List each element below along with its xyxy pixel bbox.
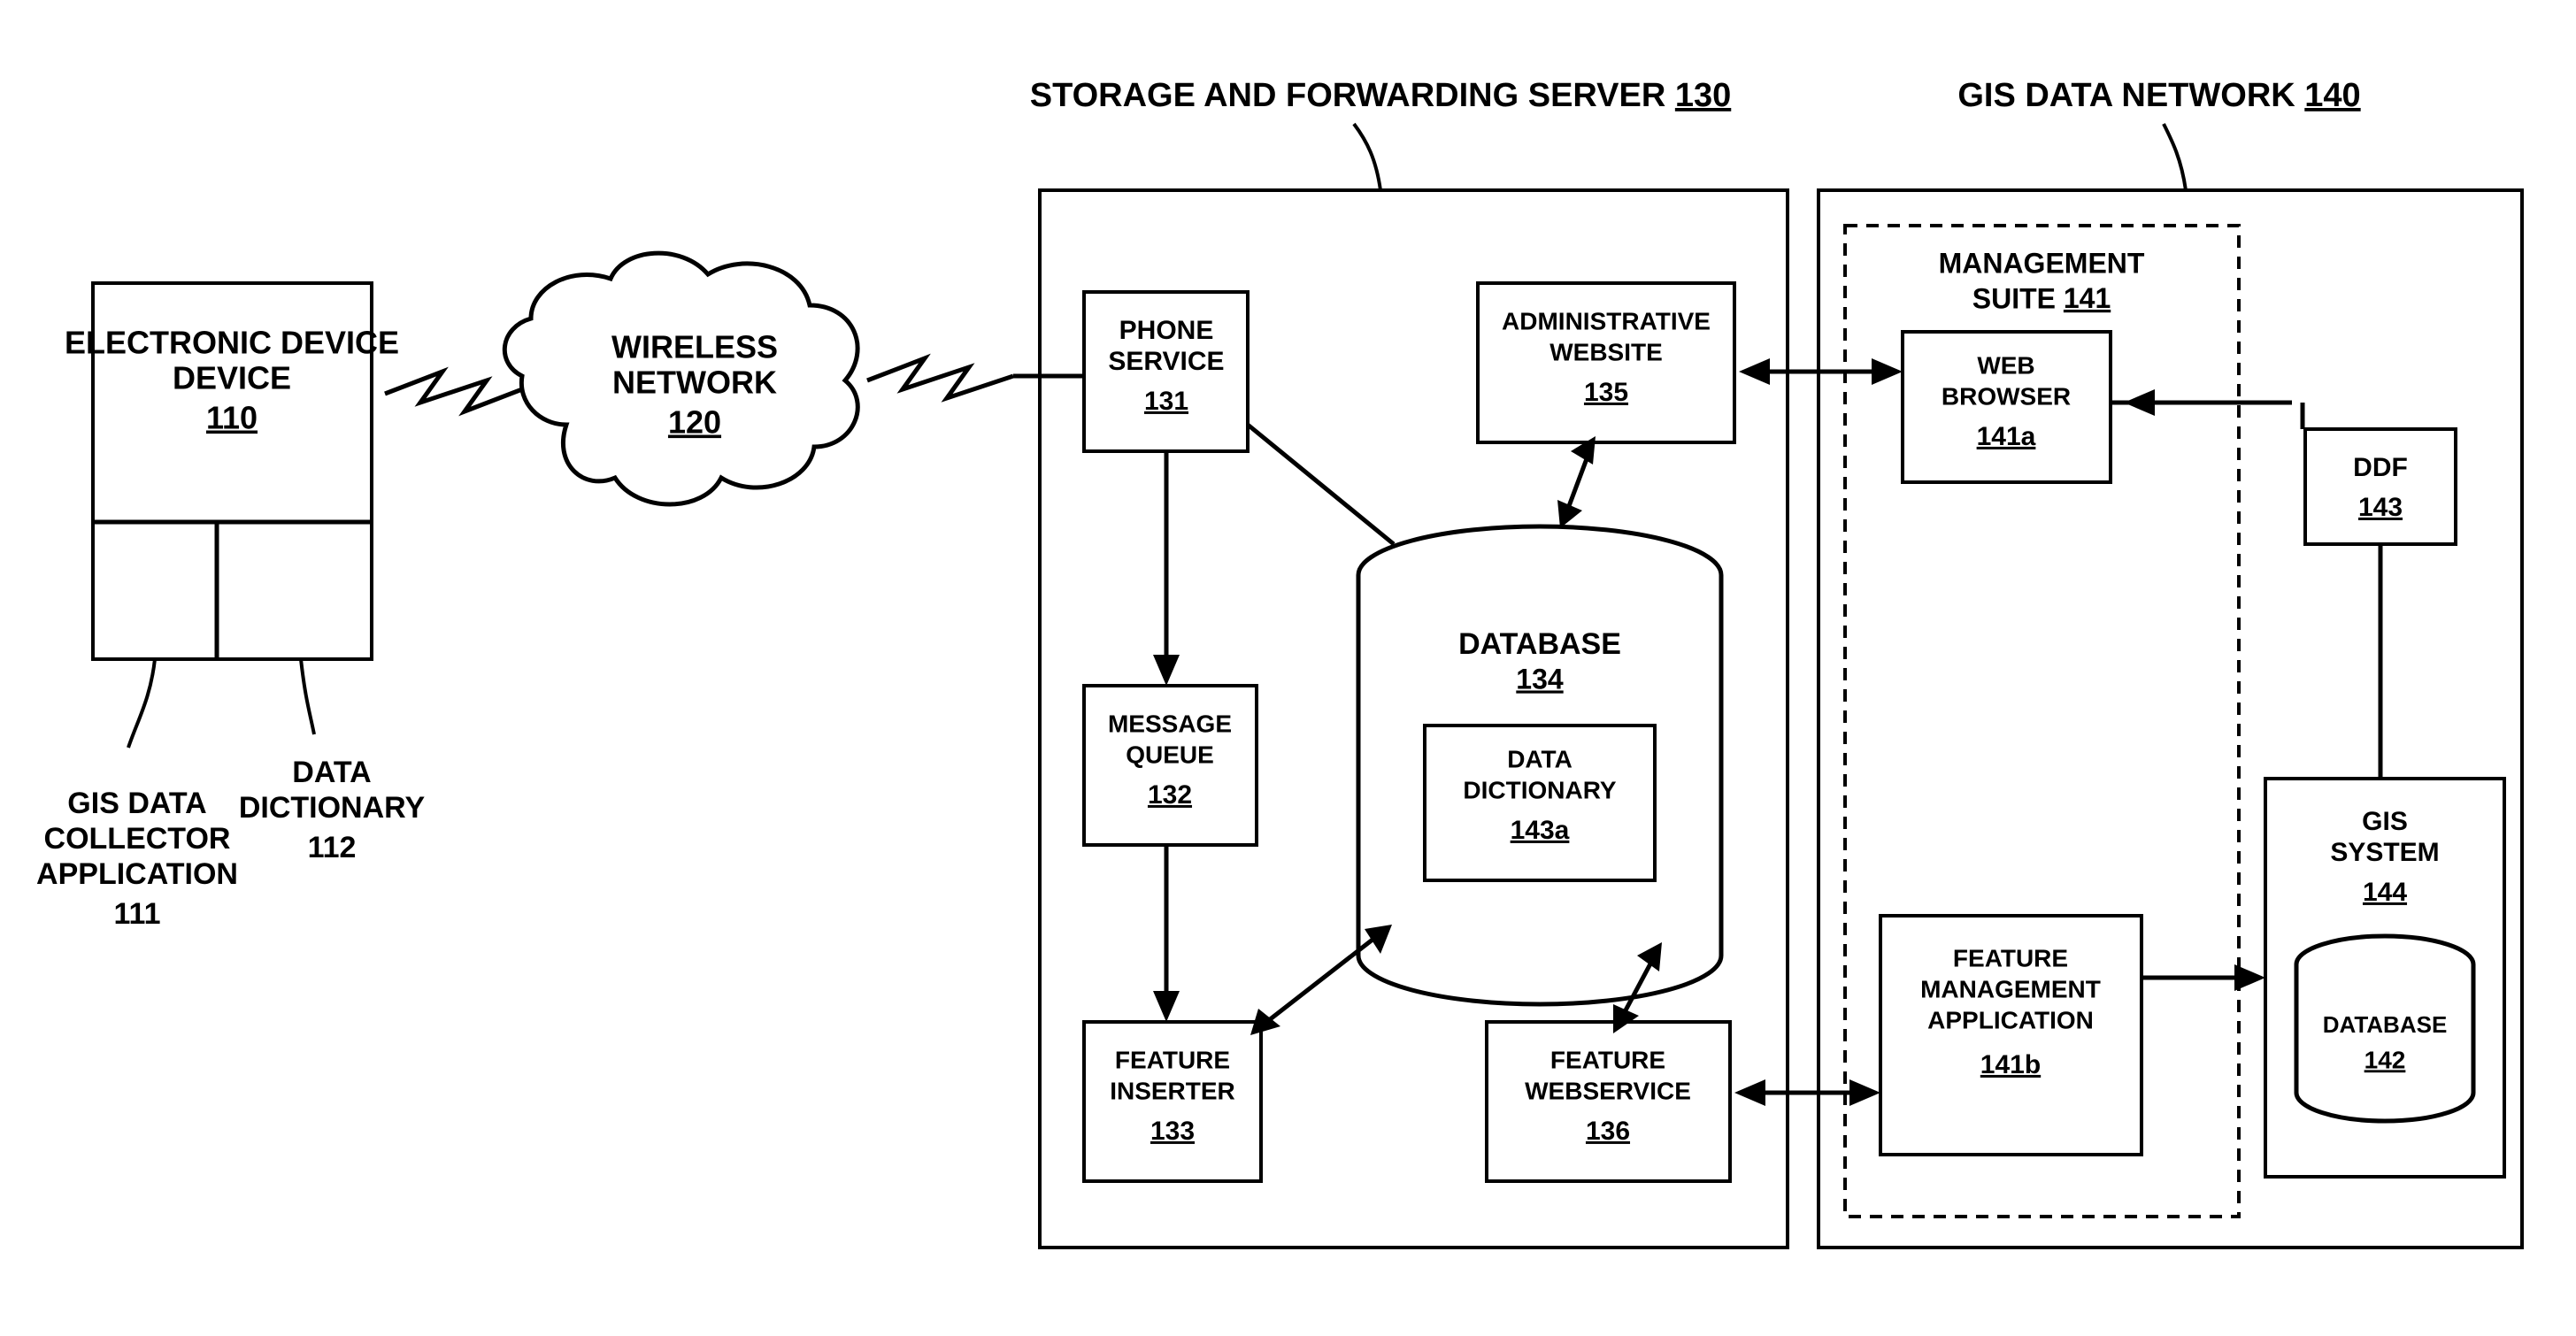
lightning-right — [867, 358, 1013, 398]
svg-text:142: 142 — [2365, 1046, 2406, 1073]
feature-inserter: FEATURE INSERTER 133 — [1084, 1022, 1261, 1181]
gisnet-title: GIS DATA NETWORK 140 — [1957, 77, 2360, 114]
lightning-left — [385, 372, 522, 411]
svg-text:FEATURE: FEATURE — [1550, 1046, 1665, 1073]
svg-text:DATABASE: DATABASE — [2323, 1011, 2448, 1038]
server-title: STORAGE AND FORWARDING SERVER 130 — [1030, 77, 1732, 114]
svg-text:FEATURE: FEATURE — [1953, 944, 2068, 971]
svg-text:INSERTER: INSERTER — [1110, 1077, 1235, 1104]
gis-data-network: GIS DATA NETWORK 140 MANAGEMENT SUITE 14… — [1819, 77, 2522, 1248]
svg-text:WEBSERVICE: WEBSERVICE — [1525, 1077, 1691, 1104]
svg-text:SYSTEM: SYSTEM — [2330, 838, 2439, 867]
svg-text:QUEUE: QUEUE — [1126, 741, 1214, 768]
svg-text:WEBSITE: WEBSITE — [1549, 338, 1663, 365]
wireless-ref: 120 — [668, 404, 721, 441]
svg-text:APPLICATION: APPLICATION — [1927, 1006, 2094, 1033]
message-queue: MESSAGE QUEUE 132 — [1084, 686, 1257, 845]
electronic-device-title2: DEVICE — [173, 360, 291, 396]
app-ref: 111 — [114, 897, 161, 931]
svg-text:141b: 141b — [1980, 1050, 2041, 1079]
app-title-l2: COLLECTOR — [44, 822, 231, 856]
svg-text:136: 136 — [1586, 1117, 1630, 1146]
svg-text:SUITE 141: SUITE 141 — [1972, 282, 2111, 314]
svg-text:GIS: GIS — [2362, 807, 2408, 836]
svg-text:DDF: DDF — [2353, 453, 2408, 482]
dict-title-l1: DATA — [292, 756, 371, 789]
svg-text:ADMINISTRATIVE: ADMINISTRATIVE — [1502, 307, 1711, 334]
svg-text:WEB: WEB — [1977, 351, 2034, 379]
storage-server: STORAGE AND FORWARDING SERVER 130 PHONE … — [1013, 77, 1788, 1248]
svg-text:DICTIONARY: DICTIONARY — [1463, 776, 1617, 803]
app-title-l1: GIS DATA — [67, 787, 206, 820]
svg-text:135: 135 — [1584, 378, 1628, 407]
svg-text:DATABASE: DATABASE — [1458, 627, 1621, 661]
phone-service: PHONE SERVICE 131 — [1084, 292, 1248, 451]
ddf: DDF 143 — [2305, 429, 2456, 544]
svg-text:PHONE: PHONE — [1119, 316, 1214, 345]
database-134: DATABASE 134 DATA DICTIONARY 143a — [1358, 526, 1721, 1004]
svg-text:143: 143 — [2358, 493, 2403, 522]
svg-text:DATA: DATA — [1507, 745, 1573, 772]
svg-text:143a: 143a — [1511, 816, 1570, 845]
svg-text:FEATURE: FEATURE — [1115, 1046, 1230, 1073]
electronic-device: ELECTRONIC DEVICE DEVICE 110 — [65, 283, 399, 659]
wireless-network-cloud: WIRELESS NETWORK 120 — [504, 253, 857, 504]
gis-system: GIS SYSTEM 144 DATABASE 142 — [2265, 779, 2504, 1177]
electronic-device-title: ELECTRONIC DEVICE — [65, 325, 399, 361]
dict-ref: 112 — [308, 831, 357, 864]
svg-text:133: 133 — [1150, 1117, 1195, 1146]
svg-text:144: 144 — [2363, 878, 2407, 907]
electronic-device-ref: 110 — [206, 400, 258, 436]
svg-text:SERVICE: SERVICE — [1108, 347, 1224, 376]
feature-management-application: FEATURE MANAGEMENT APPLICATION 141b — [1880, 916, 2142, 1155]
app-title-l3: APPLICATION — [36, 857, 238, 891]
wireless-title-l2: NETWORK — [612, 365, 777, 401]
svg-text:132: 132 — [1148, 780, 1192, 810]
svg-text:MANAGEMENT: MANAGEMENT — [1920, 975, 2101, 1002]
wireless-title-l1: WIRELESS — [611, 329, 778, 365]
administrative-website: ADMINISTRATIVE WEBSITE 135 — [1478, 283, 1734, 442]
dict-title-l2: DICTIONARY — [239, 791, 426, 825]
svg-text:BROWSER: BROWSER — [1942, 382, 2071, 410]
svg-text:131: 131 — [1144, 387, 1188, 416]
svg-text:134: 134 — [1516, 663, 1564, 695]
svg-text:141a: 141a — [1977, 422, 2036, 451]
svg-text:MANAGEMENT: MANAGEMENT — [1939, 247, 2145, 279]
svg-text:MESSAGE: MESSAGE — [1108, 710, 1232, 737]
feature-webservice: FEATURE WEBSERVICE 136 — [1487, 1022, 1730, 1181]
web-browser: WEB BROWSER 141a — [1903, 332, 2111, 482]
